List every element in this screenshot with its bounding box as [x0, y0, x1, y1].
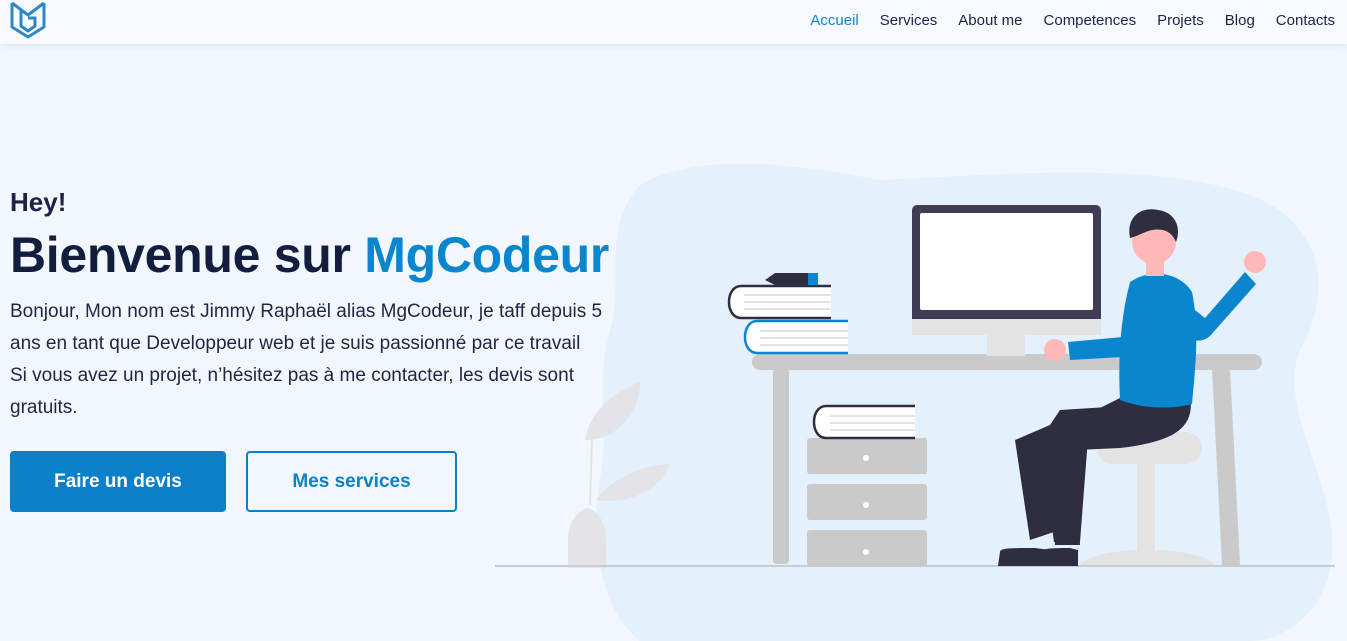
nav-link-contacts[interactable]: Contacts: [1276, 12, 1335, 29]
nav-link-about-me[interactable]: About me: [958, 12, 1022, 29]
mg-logo-icon[interactable]: [9, 0, 47, 40]
computer-monitor: [912, 205, 1101, 356]
book-cabinet: [812, 404, 915, 440]
main-nav: Accueil Services About me Competences Pr…: [789, 0, 1335, 40]
drawer-cabinet: [807, 438, 927, 566]
services-button[interactable]: Mes services: [246, 451, 457, 512]
hero-buttons: Faire un devis Mes services: [10, 451, 457, 512]
quote-button[interactable]: Faire un devis: [10, 451, 226, 512]
site-header: Accueil Services About me Competences Pr…: [0, 0, 1347, 44]
nav-link-accueil[interactable]: Accueil: [810, 12, 858, 29]
developer-illustration: [495, 163, 1335, 641]
nav-link-blog[interactable]: Blog: [1225, 12, 1255, 29]
nav-link-projets[interactable]: Projets: [1157, 12, 1204, 29]
book-stack: [727, 273, 848, 355]
hero-title-prefix: Bienvenue sur: [10, 227, 365, 283]
nav-link-competences[interactable]: Competences: [1044, 12, 1137, 29]
nav-link-services[interactable]: Services: [880, 12, 938, 29]
